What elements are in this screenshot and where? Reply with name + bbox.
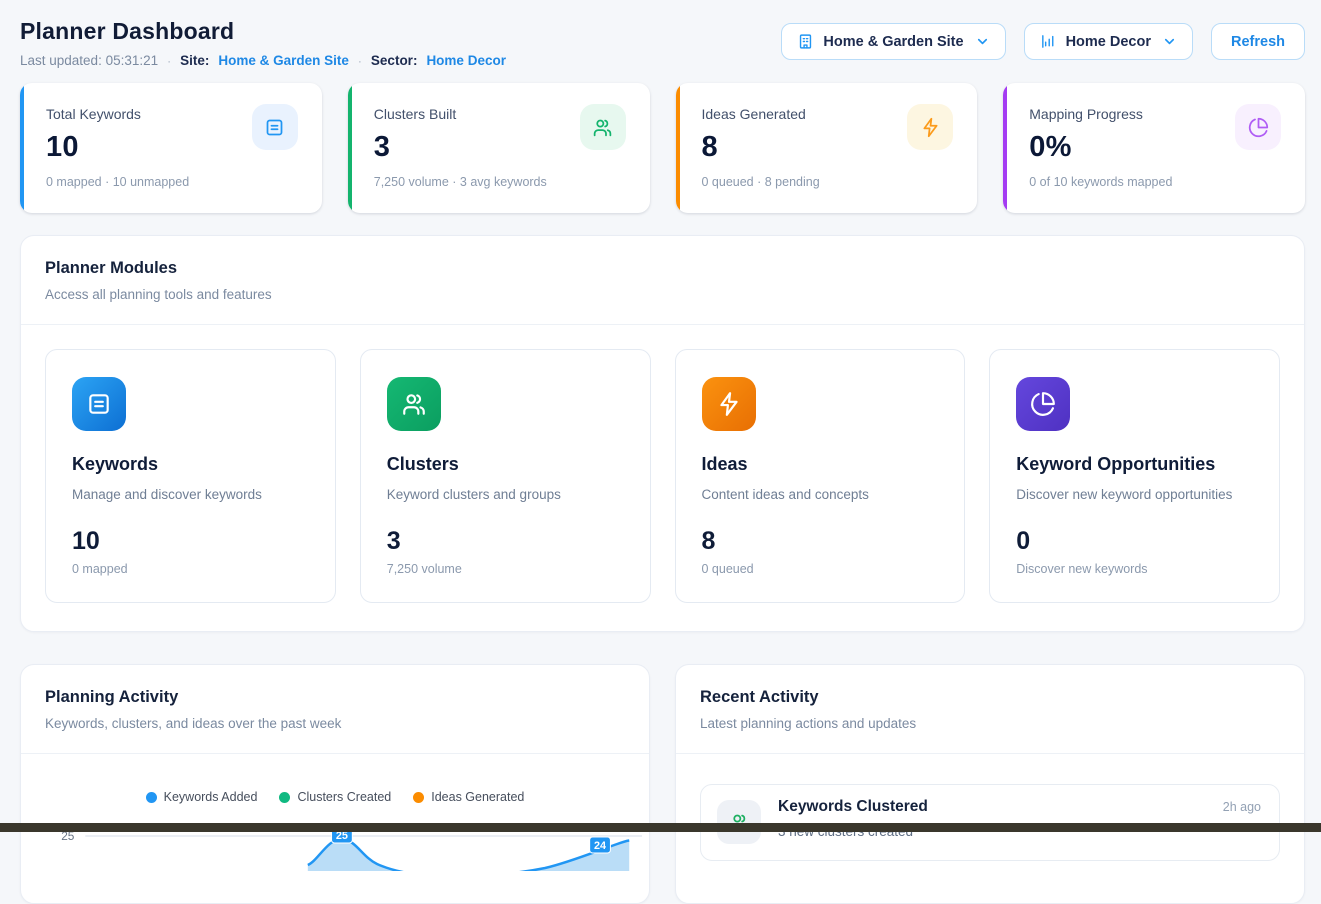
header-controls: Home & Garden Site Home Decor Refresh [781, 23, 1305, 60]
lightning-icon [907, 104, 953, 150]
legend-item-ideas-generated[interactable]: Ideas Generated [413, 790, 524, 804]
stat-sub: 0 of 10 keywords mapped [1029, 175, 1281, 189]
lightning-icon [702, 377, 756, 431]
users-icon [580, 104, 626, 150]
chevron-down-icon [1162, 34, 1177, 49]
legend-dot [279, 792, 290, 803]
site-label: Site: [180, 53, 209, 68]
activity-timestamp: 2h ago [1223, 800, 1261, 814]
section-title: Planning Activity [45, 688, 625, 707]
modules-grid: Keywords Manage and discover keywords 10… [21, 325, 1304, 631]
stat-sub: 7,250 volume · 3 avg keywords [374, 175, 626, 189]
legend-item-keywords-added[interactable]: Keywords Added [146, 790, 258, 804]
module-value: 3 [387, 527, 624, 556]
divider [676, 753, 1304, 754]
point-label-badge: 24 [590, 837, 611, 853]
module-card-keywords[interactable]: Keywords Manage and discover keywords 10… [45, 349, 336, 603]
screenshot-bottom-edge-bar [0, 823, 1321, 832]
stat-card-ideas-generated: Ideas Generated 8 0 queued · 8 pending [676, 83, 978, 213]
modules-header: Planner Modules Access all planning tool… [21, 236, 1304, 324]
bottom-row: Planning Activity Keywords, clusters, an… [20, 637, 1305, 904]
module-value: 0 [1016, 527, 1253, 556]
section-subtitle: Latest planning actions and updates [700, 716, 1280, 731]
module-sub: 0 mapped [72, 562, 309, 576]
refresh-button[interactable]: Refresh [1211, 23, 1305, 60]
activity-chart: 25 25 24 [21, 811, 649, 871]
svg-text:24: 24 [594, 840, 607, 852]
planning-activity-header: Planning Activity Keywords, clusters, an… [21, 665, 649, 753]
planning-activity-panel: Planning Activity Keywords, clusters, an… [20, 664, 650, 904]
dot-separator: · [358, 54, 362, 68]
stat-card-mapping-progress: Mapping Progress 0% 0 of 10 keywords map… [1003, 83, 1305, 213]
stat-sub: 0 queued · 8 pending [702, 175, 954, 189]
document-icon [72, 377, 126, 431]
module-description: Keyword clusters and groups [387, 487, 624, 502]
chevron-down-icon [975, 34, 990, 49]
sector-label: Sector: [371, 53, 418, 68]
stat-card-clusters-built: Clusters Built 3 7,250 volume · 3 avg ke… [348, 83, 650, 213]
legend-item-clusters-created[interactable]: Clusters Created [279, 790, 391, 804]
module-card-clusters[interactable]: Clusters Keyword clusters and groups 3 7… [360, 349, 651, 603]
page-header: Planner Dashboard Last updated: 05:31:21… [20, 18, 1305, 68]
breadcrumb: Last updated: 05:31:21 · Site: Home & Ga… [20, 53, 506, 68]
recent-activity-header: Recent Activity Latest planning actions … [676, 665, 1304, 753]
recent-activity-panel: Recent Activity Latest planning actions … [675, 664, 1305, 904]
legend-label: Ideas Generated [431, 790, 524, 804]
module-value: 8 [702, 527, 939, 556]
accent-bar [676, 83, 680, 213]
sector-selector-dropdown[interactable]: Home Decor [1024, 23, 1193, 60]
planner-modules-panel: Planner Modules Access all planning tool… [20, 235, 1305, 632]
accent-bar [348, 83, 352, 213]
module-description: Discover new keyword opportunities [1016, 487, 1253, 502]
divider [21, 753, 649, 754]
accent-bar [1003, 83, 1007, 213]
site-selector-dropdown[interactable]: Home & Garden Site [781, 23, 1005, 60]
stats-row: Total Keywords 10 0 mapped · 10 unmapped… [20, 83, 1305, 213]
stat-sub: 0 mapped · 10 unmapped [46, 175, 298, 189]
activity-title: Keywords Clustered [778, 798, 928, 816]
module-sub: 0 queued [702, 562, 939, 576]
series-area-fill [308, 839, 629, 871]
module-title: Keywords [72, 454, 309, 475]
last-updated-text: Last updated: 05:31:21 [20, 53, 158, 68]
document-icon [252, 104, 298, 150]
module-sub: 7,250 volume [387, 562, 624, 576]
module-description: Manage and discover keywords [72, 487, 309, 502]
legend-label: Keywords Added [164, 790, 258, 804]
building-icon [797, 33, 814, 50]
site-selector-label: Home & Garden Site [823, 34, 963, 50]
pie-chart-icon [1235, 104, 1281, 150]
stat-card-total-keywords: Total Keywords 10 0 mapped · 10 unmapped [20, 83, 322, 213]
pie-chart-icon [1016, 377, 1070, 431]
header-left: Planner Dashboard Last updated: 05:31:21… [20, 18, 506, 68]
section-subtitle: Access all planning tools and features [45, 287, 1280, 302]
planner-dashboard-page: Planner Dashboard Last updated: 05:31:21… [0, 0, 1321, 904]
module-title: Ideas [702, 454, 939, 475]
legend-dot [413, 792, 424, 803]
users-icon [387, 377, 441, 431]
section-subtitle: Keywords, clusters, and ideas over the p… [45, 716, 625, 731]
section-title: Planner Modules [45, 259, 1280, 278]
bar-chart-icon [1040, 33, 1057, 50]
chart-legend: Keywords Added Clusters Created Ideas Ge… [21, 790, 649, 804]
module-title: Keyword Opportunities [1016, 454, 1253, 475]
users-icon [717, 800, 761, 844]
legend-dot [146, 792, 157, 803]
module-value: 10 [72, 527, 309, 556]
section-title: Recent Activity [700, 688, 1280, 707]
site-link[interactable]: Home & Garden Site [218, 53, 349, 68]
module-sub: Discover new keywords [1016, 562, 1253, 576]
activity-body: Keywords Clustered 2h ago 3 new clusters… [778, 798, 1261, 844]
module-title: Clusters [387, 454, 624, 475]
page-title: Planner Dashboard [20, 18, 506, 45]
dot-separator: · [167, 54, 171, 68]
accent-bar [20, 83, 24, 213]
module-card-ideas[interactable]: Ideas Content ideas and concepts 8 0 que… [675, 349, 966, 603]
sector-selector-label: Home Decor [1066, 34, 1151, 50]
sector-link[interactable]: Home Decor [426, 53, 506, 68]
module-card-keyword-opportunities[interactable]: Keyword Opportunities Discover new keywo… [989, 349, 1280, 603]
module-description: Content ideas and concepts [702, 487, 939, 502]
legend-label: Clusters Created [297, 790, 391, 804]
